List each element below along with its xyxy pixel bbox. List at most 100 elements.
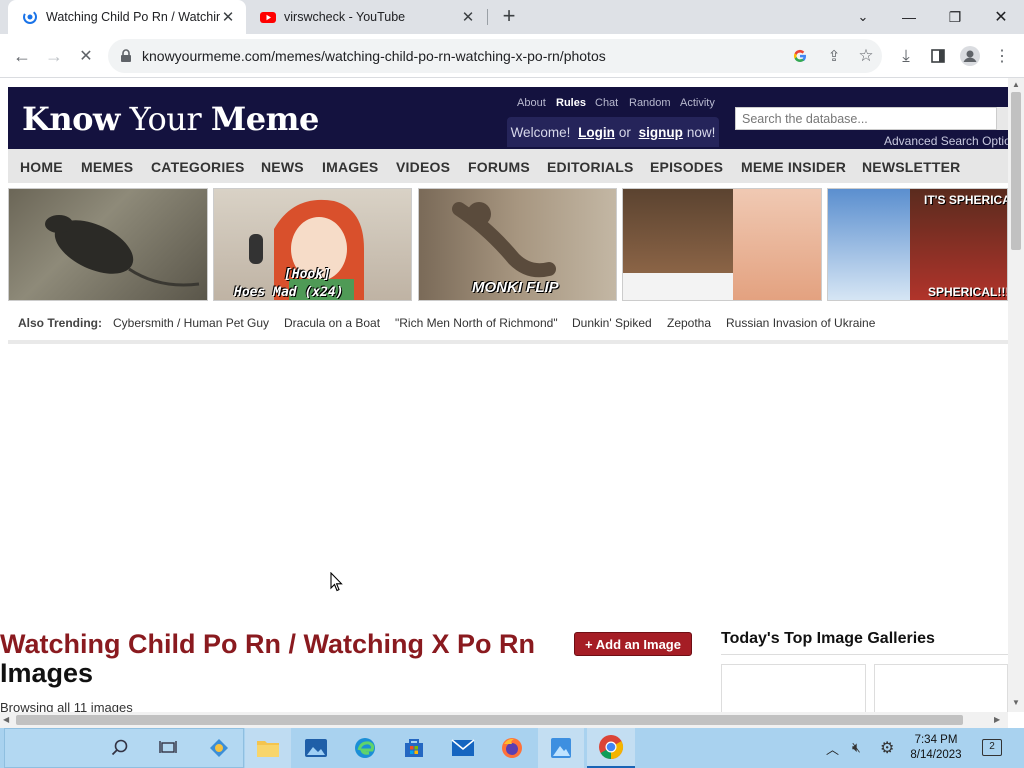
settings-gear-icon[interactable]: ⚙ xyxy=(880,738,894,758)
bookmark-star-icon[interactable]: ☆ xyxy=(852,42,880,70)
about-link[interactable]: About xyxy=(517,97,546,109)
side-panel-icon[interactable] xyxy=(924,42,952,70)
clock-date: 8/14/2023 xyxy=(910,749,962,761)
scroll-left-icon[interactable]: ◀ xyxy=(3,715,9,724)
tab-strip: Watching Child Po Rn / Watching X Po Rn … xyxy=(0,0,1024,34)
back-icon[interactable]: ← xyxy=(8,42,36,70)
tab-youtube[interactable]: virswcheck - YouTube ✕ xyxy=(246,0,486,34)
now-text: now! xyxy=(686,124,716,140)
comic-panel xyxy=(733,189,821,300)
stop-loading-icon[interactable]: ✕ xyxy=(72,42,100,70)
restore-icon[interactable]: ❐ xyxy=(932,0,978,34)
youtube-icon xyxy=(260,12,276,23)
rules-link[interactable]: Rules xyxy=(556,97,586,109)
chrome-icon[interactable] xyxy=(587,728,635,768)
close-window-icon[interactable]: ✕ xyxy=(978,0,1024,34)
address-bar[interactable]: knowyourmeme.com/memes/watching-child-po… xyxy=(108,39,882,73)
gallery-card[interactable] xyxy=(721,664,866,712)
chat-link[interactable]: Chat xyxy=(595,97,618,109)
close-tab-icon[interactable]: ✕ xyxy=(460,8,476,26)
nav-categories[interactable]: CATEGORIES xyxy=(151,159,245,175)
rat-image xyxy=(45,215,200,287)
tab-knowyourmeme[interactable]: Watching Child Po Rn / Watching X Po Rn … xyxy=(8,0,246,34)
trending-link[interactable]: Cybersmith / Human Pet Guy xyxy=(113,316,269,330)
nav-videos[interactable]: VIDEOS xyxy=(396,159,450,175)
trending-thumb-monki-flip[interactable]: MONKI FLIP xyxy=(418,188,617,301)
trending-thumb-spherical[interactable]: IT'S SPHERICAL SPHERICAL!!! xyxy=(827,188,1008,301)
scroll-down-icon[interactable]: ▼ xyxy=(1012,698,1020,707)
scroll-up-icon[interactable]: ▲ xyxy=(1012,80,1020,89)
spherical-caption-top: IT'S SPHERICAL xyxy=(924,193,1007,207)
file-explorer-icon[interactable] xyxy=(245,728,291,768)
widgets-icon[interactable] xyxy=(196,728,242,768)
url-text: knowyourmeme.com/memes/watching-child-po… xyxy=(142,48,606,64)
tab-search-icon[interactable]: ⌄ xyxy=(840,0,886,34)
page-title-suffix: Images xyxy=(0,658,94,688)
activity-link[interactable]: Activity xyxy=(680,97,715,109)
close-tab-icon[interactable]: ✕ xyxy=(220,8,236,26)
trending-link[interactable]: Dunkin' Spiked xyxy=(572,316,652,330)
vertical-scrollbar[interactable]: ▲ ▼ xyxy=(1008,78,1024,712)
page-title-meme[interactable]: Watching Child Po Rn / Watching X Po Rn xyxy=(0,629,535,659)
main-nav: HOME MEMES CATEGORIES NEWS IMAGES VIDEOS… xyxy=(8,149,1008,183)
dog-photo xyxy=(623,189,733,273)
notifications-icon[interactable]: 2 xyxy=(982,739,1002,756)
show-hidden-icons-icon[interactable]: ︿ xyxy=(826,739,839,758)
trending-thumb-dog-comic[interactable] xyxy=(622,188,822,301)
new-tab-icon[interactable]: + xyxy=(497,5,521,29)
search-icon[interactable] xyxy=(97,728,143,768)
horizontal-scrollbar[interactable]: ◀ ▶ xyxy=(0,712,1008,728)
firefox-icon[interactable] xyxy=(489,728,535,768)
nav-forums[interactable]: FORUMS xyxy=(468,159,530,175)
forward-icon[interactable]: → xyxy=(40,42,68,70)
nav-home[interactable]: HOME xyxy=(20,159,63,175)
photos-app-icon[interactable] xyxy=(293,728,339,768)
gallery-card[interactable] xyxy=(874,664,1008,712)
trending-link[interactable]: Zepotha xyxy=(667,316,711,330)
trending-thumb-hook[interactable]: [Hook] Hoes Mad (x24) xyxy=(213,188,412,301)
paint-icon[interactable] xyxy=(538,728,584,768)
trending-link[interactable]: Dracula on a Boat xyxy=(284,316,380,330)
volume-muted-icon[interactable]: 🔇︎ xyxy=(852,739,861,756)
search-input[interactable]: Search the database... xyxy=(735,107,997,130)
nav-memes[interactable]: MEMES xyxy=(81,159,133,175)
google-icon[interactable] xyxy=(793,49,807,63)
lock-icon[interactable] xyxy=(120,49,132,63)
edge-icon[interactable] xyxy=(342,728,388,768)
divider xyxy=(8,340,1008,344)
store-icon[interactable] xyxy=(391,728,437,768)
task-view-icon[interactable] xyxy=(145,728,191,768)
windows-taskbar: ︿ 🔇︎ ⚙ 7:34 PM 8/14/2023 2 xyxy=(0,728,1024,768)
add-image-button[interactable]: + Add an Image xyxy=(574,632,692,656)
system-clock[interactable]: 7:34 PM 8/14/2023 xyxy=(904,733,968,763)
search-icon[interactable] xyxy=(997,107,1008,130)
nav-episodes[interactable]: EPISODES xyxy=(650,159,723,175)
nav-newsletter[interactable]: NEWSLETTER xyxy=(862,159,960,175)
random-link[interactable]: Random xyxy=(629,97,671,109)
signup-link[interactable]: signup xyxy=(639,125,683,140)
loading-spinner-icon xyxy=(23,10,37,24)
monki-flip-caption: MONKI FLIP xyxy=(472,279,559,296)
trending-link[interactable]: Russian Invasion of Ukraine xyxy=(726,316,875,330)
scrollbar-thumb[interactable] xyxy=(1011,92,1021,250)
nav-meme-insider[interactable]: MEME INSIDER xyxy=(741,159,846,175)
menu-kebab-icon[interactable]: ⋮ xyxy=(988,42,1016,70)
share-icon[interactable]: ⇪ xyxy=(820,42,848,70)
scroll-right-icon[interactable]: ▶ xyxy=(994,715,1000,724)
welcome-box: Welcome! Login or signup now! xyxy=(507,117,719,147)
minimize-icon[interactable]: — xyxy=(886,0,932,34)
nav-images[interactable]: IMAGES xyxy=(322,159,378,175)
trending-link[interactable]: "Rich Men North of Richmond" xyxy=(395,316,558,330)
mail-icon[interactable] xyxy=(440,728,486,768)
tab-title: Watching Child Po Rn / Watching X Po Rn … xyxy=(46,10,220,24)
trending-thumb-rat[interactable] xyxy=(8,188,208,301)
page-title: Watching Child Po Rn / Watching X Po Rn … xyxy=(0,630,560,688)
profile-avatar-icon[interactable] xyxy=(956,42,984,70)
nav-news[interactable]: NEWS xyxy=(261,159,304,175)
login-link[interactable]: Login xyxy=(578,125,615,140)
scrollbar-thumb[interactable] xyxy=(16,715,963,725)
download-icon[interactable]: ⤓ xyxy=(892,42,920,70)
nav-editorials[interactable]: EDITORIALS xyxy=(547,159,634,175)
site-logo[interactable]: Know Your Meme xyxy=(22,100,319,138)
advanced-search-link[interactable]: Advanced Search Options xyxy=(884,134,1008,148)
